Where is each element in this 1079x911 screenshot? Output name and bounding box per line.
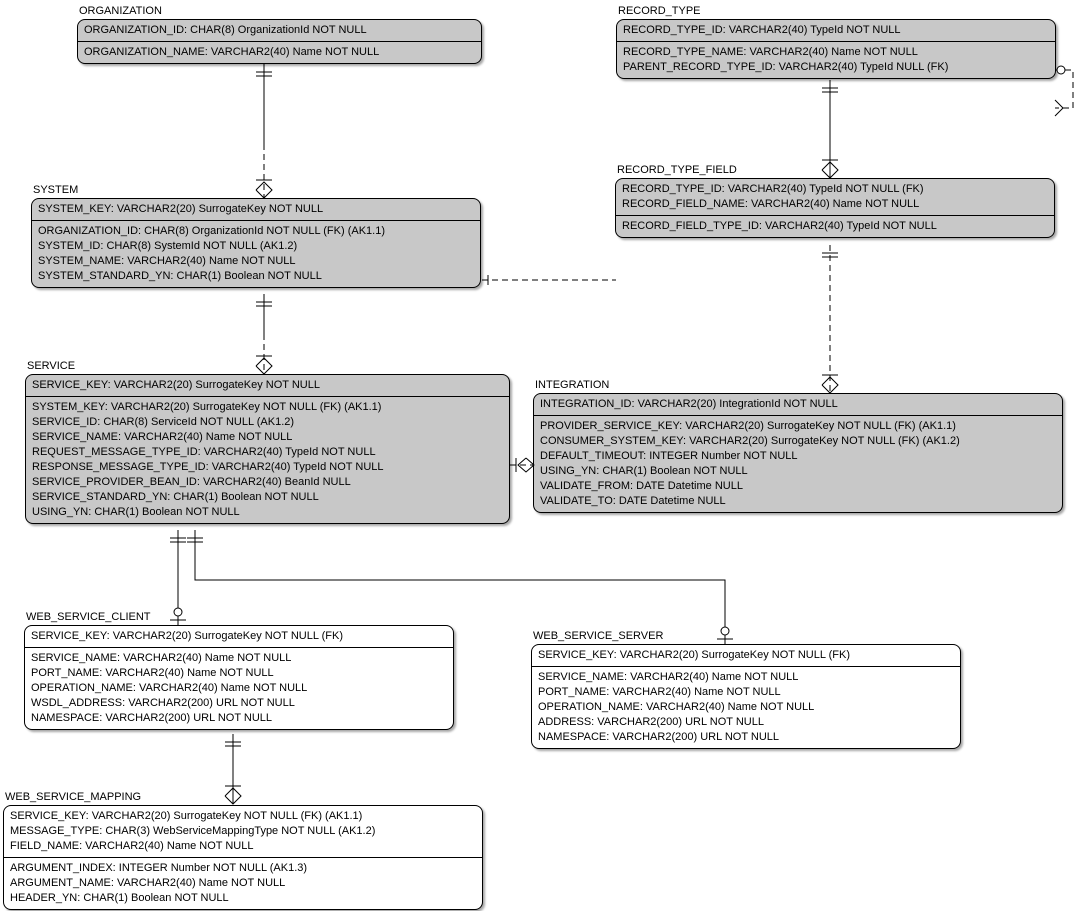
entity-web-service-client: WEB_SERVICE_CLIENT SERVICE_KEY: VARCHAR2… (23, 608, 455, 731)
rel-service-integration (510, 450, 534, 480)
entity-title: INTEGRATION (533, 377, 1063, 393)
entity-body: RECORD_TYPE_ID: VARCHAR2(40) TypeId NOT … (615, 178, 1055, 238)
entity-integration: INTEGRATION INTEGRATION_ID: VARCHAR2(20)… (532, 376, 1064, 514)
entity-body: SERVICE_KEY: VARCHAR2(20) SurrogateKey N… (25, 374, 510, 524)
rel-recordtype-self (1055, 30, 1079, 110)
attr-field: RECORD_FIELD_TYPE_ID: VARCHAR2(40) TypeI… (622, 219, 1048, 234)
entity-title: SYSTEM (31, 182, 481, 198)
rel-recordtypefield-integration (820, 245, 860, 393)
attr-field: ARGUMENT_INDEX: INTEGER Number NOT NULL … (10, 861, 476, 876)
entity-title: WEB_SERVICE_MAPPING (3, 789, 483, 805)
attr-field: SYSTEM_STANDARD_YN: CHAR(1) Boolean NOT … (38, 269, 474, 284)
pk-field: INTEGRATION_ID: VARCHAR2(20) Integration… (540, 397, 1056, 412)
attr-field: PORT_NAME: VARCHAR2(40) Name NOT NULL (538, 685, 954, 700)
entity-title: ORGANIZATION (77, 3, 482, 19)
attr-field: PROVIDER_SERVICE_KEY: VARCHAR2(20) Surro… (540, 419, 1056, 434)
attr-field: USING_YN: CHAR(1) Boolean NOT NULL (32, 505, 503, 520)
entity-body: SERVICE_KEY: VARCHAR2(20) SurrogateKey N… (3, 805, 483, 910)
entity-title: RECORD_TYPE_FIELD (615, 162, 1055, 178)
attr-field: VALIDATE_TO: DATE Datetime NULL (540, 494, 1056, 509)
entity-body: RECORD_TYPE_ID: VARCHAR2(40) TypeId NOT … (616, 19, 1056, 79)
attr-field: SERVICE_NAME: VARCHAR2(40) Name NOT NULL (31, 651, 447, 666)
attr-field: SYSTEM_NAME: VARCHAR2(40) Name NOT NULL (38, 254, 474, 269)
entity-body: SERVICE_KEY: VARCHAR2(20) SurrogateKey N… (531, 644, 961, 749)
attr-field: OPERATION_NAME: VARCHAR2(40) Name NOT NU… (31, 681, 447, 696)
entity-body: ORGANIZATION_ID: CHAR(8) OrganizationId … (77, 19, 482, 64)
pk-field: FIELD_NAME: VARCHAR2(40) Name NOT NULL (10, 839, 476, 854)
attr-field: NAMESPACE: VARCHAR2(200) URL NOT NULL (31, 711, 447, 726)
pk-field: RECORD_FIELD_NAME: VARCHAR2(40) Name NOT… (622, 197, 1048, 212)
pk-field: SERVICE_KEY: VARCHAR2(20) SurrogateKey N… (31, 629, 447, 644)
attr-field: USING_YN: CHAR(1) Boolean NOT NULL (540, 464, 1056, 479)
attr-field: SERVICE_STANDARD_YN: CHAR(1) Boolean NOT… (32, 490, 503, 505)
attr-field: SERVICE_NAME: VARCHAR2(40) Name NOT NULL (538, 670, 954, 685)
attr-field: SYSTEM_ID: CHAR(8) SystemId NOT NULL (AK… (38, 239, 474, 254)
entity-body: SYSTEM_KEY: VARCHAR2(20) SurrogateKey NO… (31, 198, 481, 288)
entity-web-service-mapping: WEB_SERVICE_MAPPING SERVICE_KEY: VARCHAR… (2, 788, 484, 911)
attr-field: SERVICE_NAME: VARCHAR2(40) Name NOT NULL (32, 430, 503, 445)
attr-field: NAMESPACE: VARCHAR2(200) URL NOT NULL (538, 730, 954, 745)
pk-field: RECORD_TYPE_ID: VARCHAR2(40) TypeId NOT … (623, 23, 1049, 38)
entity-title: WEB_SERVICE_CLIENT (24, 609, 454, 625)
entity-system: SYSTEM SYSTEM_KEY: VARCHAR2(20) Surrogat… (30, 181, 482, 289)
pk-field: SYSTEM_KEY: VARCHAR2(20) SurrogateKey NO… (38, 202, 474, 217)
pk-field: ORGANIZATION_ID: CHAR(8) OrganizationId … (84, 23, 475, 38)
attr-field: REQUEST_MESSAGE_TYPE_ID: VARCHAR2(40) Ty… (32, 445, 503, 460)
entity-body: INTEGRATION_ID: VARCHAR2(20) Integration… (533, 393, 1063, 513)
attr-field: SERVICE_PROVIDER_BEAN_ID: VARCHAR2(40) B… (32, 475, 503, 490)
attr-field: PORT_NAME: VARCHAR2(40) Name NOT NULL (31, 666, 447, 681)
attr-field: ORGANIZATION_NAME: VARCHAR2(40) Name NOT… (84, 45, 475, 60)
attr-field: RECORD_TYPE_NAME: VARCHAR2(40) Name NOT … (623, 45, 1049, 60)
attr-field: SERVICE_ID: CHAR(8) ServiceId NOT NULL (… (32, 415, 503, 430)
entity-web-service-server: WEB_SERVICE_SERVER SERVICE_KEY: VARCHAR2… (530, 627, 962, 750)
rel-organization-system (254, 64, 294, 198)
pk-field: RECORD_TYPE_ID: VARCHAR2(40) TypeId NOT … (622, 182, 1048, 197)
attr-field: DEFAULT_TIMEOUT: INTEGER Number NOT NULL (540, 449, 1056, 464)
attr-field: ORGANIZATION_ID: CHAR(8) OrganizationId … (38, 224, 474, 239)
pk-field: SERVICE_KEY: VARCHAR2(20) SurrogateKey N… (538, 648, 954, 663)
entity-record-type-field: RECORD_TYPE_FIELD RECORD_TYPE_ID: VARCHA… (614, 161, 1056, 239)
attr-field: SYSTEM_KEY: VARCHAR2(20) SurrogateKey NO… (32, 400, 503, 415)
attr-field: PARENT_RECORD_TYPE_ID: VARCHAR2(40) Type… (623, 60, 1049, 75)
entity-service: SERVICE SERVICE_KEY: VARCHAR2(20) Surrog… (24, 357, 511, 525)
pk-field: SERVICE_KEY: VARCHAR2(20) SurrogateKey N… (32, 378, 503, 393)
rel-system-recordtypefield (482, 275, 616, 285)
pk-field: MESSAGE_TYPE: CHAR(3) WebServiceMappingT… (10, 824, 476, 839)
entity-body: SERVICE_KEY: VARCHAR2(20) SurrogateKey N… (24, 625, 454, 730)
pk-field: SERVICE_KEY: VARCHAR2(20) SurrogateKey N… (10, 809, 476, 824)
attr-field: VALIDATE_FROM: DATE Datetime NULL (540, 479, 1056, 494)
entity-title: SERVICE (25, 358, 510, 374)
attr-field: RESPONSE_MESSAGE_TYPE_ID: VARCHAR2(40) T… (32, 460, 503, 475)
entity-organization: ORGANIZATION ORGANIZATION_ID: CHAR(8) Or… (76, 2, 483, 65)
entity-title: WEB_SERVICE_SERVER (531, 628, 961, 644)
entity-record-type: RECORD_TYPE RECORD_TYPE_ID: VARCHAR2(40)… (615, 2, 1057, 80)
attr-field: ADDRESS: VARCHAR2(200) URL NOT NULL (538, 715, 954, 730)
attr-field: OPERATION_NAME: VARCHAR2(40) Name NOT NU… (538, 700, 954, 715)
attr-field: ARGUMENT_NAME: VARCHAR2(40) Name NOT NUL… (10, 876, 476, 891)
attr-field: WSDL_ADDRESS: VARCHAR2(200) URL NOT NULL (31, 696, 447, 711)
attr-field: CONSUMER_SYSTEM_KEY: VARCHAR2(20) Surrog… (540, 434, 1056, 449)
entity-title: RECORD_TYPE (616, 3, 1056, 19)
